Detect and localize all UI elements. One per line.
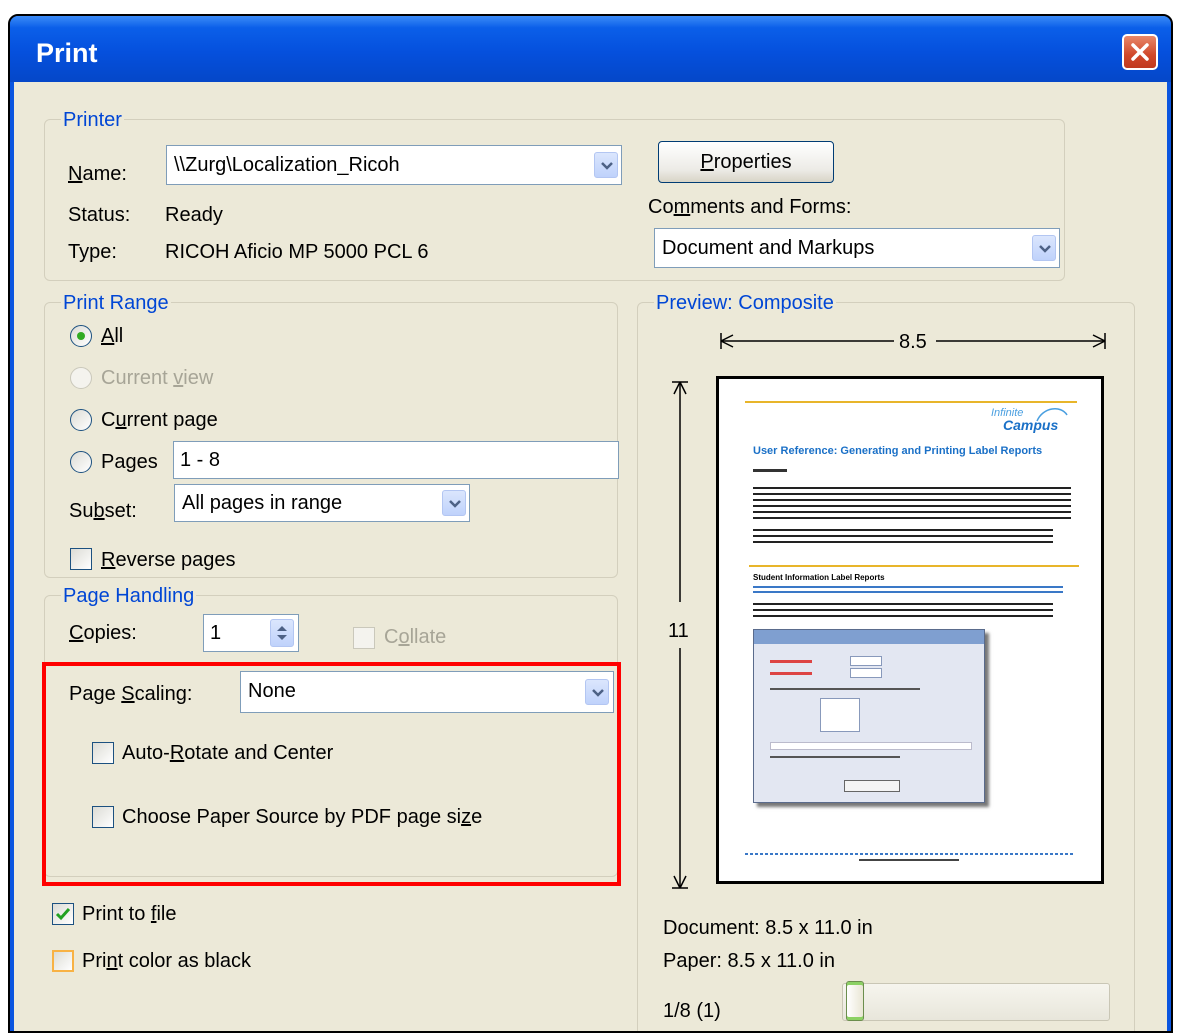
- logo-swoosh: [1036, 408, 1068, 422]
- height-dimension-label: 11: [668, 620, 689, 642]
- print-range-legend: Print Range: [61, 291, 171, 315]
- thumb-screenshot-field: [850, 656, 882, 666]
- thumb-screenshot-button: [844, 780, 900, 792]
- print-to-file-checkbox[interactable]: [52, 903, 74, 925]
- thumb-screenshot-text: [770, 742, 972, 750]
- pages-input[interactable]: 1 - 8: [173, 441, 619, 479]
- window-title: Print: [36, 38, 98, 68]
- subset-label: Subset:: [69, 500, 137, 522]
- range-all-label[interactable]: All: [101, 324, 123, 348]
- range-current-page-radio[interactable]: [70, 409, 92, 431]
- range-pages-label[interactable]: Pages: [101, 450, 158, 474]
- page-slider-track[interactable]: [842, 983, 1110, 1021]
- copies-value: 1: [210, 622, 222, 644]
- page-scaling-label: Page Scaling:: [69, 683, 193, 705]
- comments-forms-label: Comments and Forms:: [648, 196, 852, 218]
- thumb-screenshot-text: [770, 756, 900, 758]
- page-indicator: 1/8 (1): [663, 1000, 721, 1022]
- chevron-down-icon: [601, 162, 613, 170]
- copies-input[interactable]: 1: [203, 614, 299, 652]
- thumb-screenshot-label: [770, 672, 812, 675]
- close-button[interactable]: [1122, 34, 1158, 70]
- preview-legend: Preview: Composite: [654, 291, 836, 315]
- printer-type-label: Type:: [68, 241, 117, 263]
- thumb-heading: User Reference: Generating and Printing …: [753, 445, 1043, 457]
- thumb-section-title: Student Information Label Reports: [753, 573, 885, 582]
- checkmark-icon: [55, 908, 71, 921]
- printer-legend: Printer: [61, 108, 124, 132]
- printer-name-dropdown[interactable]: [594, 152, 618, 178]
- spinner-arrows-icon: [277, 626, 287, 640]
- printer-status-label: Status:: [68, 204, 131, 226]
- thumb-footer-line: [745, 853, 1075, 855]
- radio-selected-dot: [77, 332, 85, 340]
- page-handling-legend: Page Handling: [61, 584, 197, 608]
- page-scaling-value: None: [248, 680, 296, 702]
- range-all-radio[interactable]: [70, 325, 92, 347]
- printer-name-select[interactable]: \\Zurg\Localization_Ricoh: [166, 145, 622, 185]
- thumb-top-rule: [745, 401, 1077, 403]
- printer-status-value: Ready: [165, 204, 223, 226]
- thumb-screenshot: [753, 629, 985, 803]
- thumb-paragraph: [753, 529, 1053, 543]
- subset-dropdown[interactable]: [442, 490, 466, 516]
- page-scaling-dropdown[interactable]: [585, 679, 609, 705]
- thumb-paragraph: [753, 603, 1053, 621]
- page-scaling-select[interactable]: None: [240, 671, 614, 713]
- page-slider-thumb[interactable]: [846, 981, 864, 1021]
- subset-select[interactable]: All pages in range: [174, 484, 470, 522]
- printer-name-label: Name:: [68, 163, 127, 185]
- chevron-down-icon: [449, 500, 461, 508]
- reverse-pages-checkbox[interactable]: [70, 548, 92, 570]
- title-bar[interactable]: Print: [10, 16, 1171, 82]
- auto-rotate-checkbox[interactable]: [92, 742, 114, 764]
- comments-forms-value: Document and Markups: [662, 237, 875, 259]
- range-current-page-label[interactable]: Current page: [101, 408, 218, 432]
- paper-source-label[interactable]: Choose Paper Source by PDF page size: [122, 805, 482, 829]
- printer-name-value: \\Zurg\Localization_Ricoh: [174, 154, 400, 176]
- thumb-paragraph: [753, 487, 1071, 519]
- thumb-screenshot-text: [770, 688, 920, 690]
- reverse-pages-label[interactable]: Reverse pages: [101, 548, 236, 572]
- print-color-black-checkbox[interactable]: [52, 950, 74, 972]
- thumb-screenshot-label: [770, 660, 812, 663]
- paper-size: Paper: 8.5 x 11.0 in: [663, 950, 835, 972]
- chevron-down-icon: [592, 689, 604, 697]
- chevron-down-icon: [1039, 245, 1051, 253]
- thumb-footer-text: [859, 859, 959, 861]
- paper-source-checkbox[interactable]: [92, 806, 114, 828]
- thumb-link-line: [753, 586, 1063, 596]
- thumb-screenshot-field: [850, 668, 882, 678]
- print-to-file-label[interactable]: Print to file: [82, 902, 177, 926]
- print-range-group: [44, 302, 618, 578]
- range-pages-radio[interactable]: [70, 451, 92, 473]
- dialog-client: Printer Name: \\Zurg\Localization_Ricoh …: [14, 82, 1167, 1031]
- pages-input-value: 1 - 8: [180, 449, 221, 471]
- logo-icon: Infinite Campus: [987, 407, 1087, 439]
- thumb-screenshot-titlebar: [754, 630, 984, 644]
- page-preview: Infinite Campus User Reference: Generati…: [716, 376, 1104, 884]
- printer-type-value: RICOH Aficio MP 5000 PCL 6: [165, 241, 429, 263]
- comments-forms-dropdown[interactable]: [1032, 235, 1056, 261]
- document-size: Document: 8.5 x 11.0 in: [663, 917, 873, 939]
- thumb-screenshot-list: [820, 698, 860, 732]
- print-color-black-label[interactable]: Print color as black: [82, 949, 251, 973]
- thumb-line: [753, 469, 787, 472]
- comments-forms-select[interactable]: Document and Markups: [654, 228, 1060, 268]
- properties-button[interactable]: Properties: [658, 141, 834, 183]
- copies-spinner[interactable]: [270, 619, 294, 647]
- thumb-rule: [749, 565, 1079, 567]
- print-dialog: Print Printer Name: \\Zurg\Localization_…: [8, 14, 1173, 1033]
- range-current-view-label: Current view: [101, 367, 214, 389]
- close-icon: [1131, 43, 1149, 61]
- range-current-view-radio: [70, 367, 92, 389]
- subset-value: All pages in range: [182, 492, 343, 514]
- auto-rotate-label[interactable]: Auto-Rotate and Center: [122, 741, 333, 765]
- collate-checkbox: [353, 627, 375, 649]
- copies-label: Copies:: [69, 622, 137, 644]
- width-dimension-label: 8.5: [899, 331, 927, 353]
- collate-label: Collate: [384, 626, 447, 648]
